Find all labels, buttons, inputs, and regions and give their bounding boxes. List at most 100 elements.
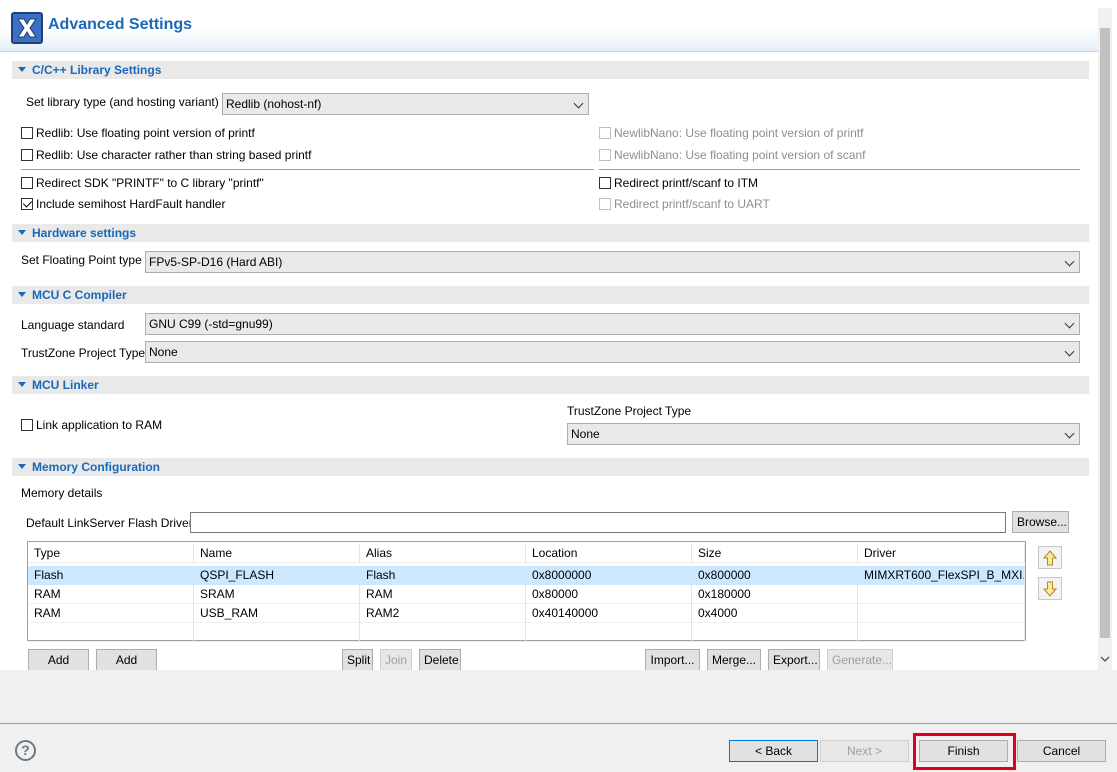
add-flash-button[interactable]: Add Flash [28,649,89,687]
next-button[interactable]: Next > [820,740,909,762]
expand-triangle-icon [18,230,26,235]
help-icon[interactable]: ? [15,740,36,761]
cell-size: 0x800000 [692,566,858,585]
move-up-button[interactable] [1038,546,1062,569]
arrow-down-icon [1043,581,1057,597]
cell-driver [858,604,1025,623]
arrow-up-icon [1043,549,1057,565]
cell-name: USB_RAM [194,604,360,623]
newlibnano-scanf-checkbox[interactable]: NewlibNano: Use floating point version o… [599,148,865,162]
cell-location: 0x80000 [526,585,692,604]
column-header-alias[interactable]: Alias [360,544,526,563]
column-header-size[interactable]: Size [692,544,858,563]
table-row[interactable]: Flash QSPI_FLASH Flash 0x8000000 0x80000… [28,566,1025,585]
checkbox-icon [21,177,33,189]
compiler-trustzone-value: None [149,345,178,359]
redirect-sdk-printf-checkbox[interactable]: Redirect SDK "PRINTF" to C library "prin… [21,176,264,190]
cell-driver [858,585,1025,604]
section-hardware-settings[interactable]: Hardware settings [12,224,1089,242]
move-down-button[interactable] [1038,577,1062,600]
expand-triangle-icon [18,67,26,72]
column-header-location[interactable]: Location [526,544,692,563]
redlib-float-printf-checkbox[interactable]: Redlib: Use floating point version of pr… [21,126,255,140]
cancel-button[interactable]: Cancel [1017,740,1106,762]
fp-type-value: FPv5-SP-D16 (Hard ABI) [149,255,283,269]
column-header-driver[interactable]: Driver [858,544,1025,563]
checkbox-label: NewlibNano: Use floating point version o… [614,126,864,140]
chevron-down-icon [1064,428,1075,439]
add-ram-button[interactable]: Add RAM [96,649,157,687]
compiler-trustzone-label: TrustZone Project Type [21,346,146,360]
flash-driver-label: Default LinkServer Flash Driver [26,516,193,530]
redirect-itm-checkbox[interactable]: Redirect printf/scanf to ITM [599,176,758,190]
cell-empty [692,623,858,642]
link-to-ram-checkbox[interactable]: Link application to RAM [21,418,162,432]
semihost-hardfault-checkbox[interactable]: Include semihost HardFault handler [21,197,225,211]
linker-trustzone-label: TrustZone Project Type [567,404,692,418]
export-button[interactable]: Export... [768,649,820,671]
section-library-settings[interactable]: C/C++ Library Settings [12,61,1089,79]
merge-button[interactable]: Merge... [707,649,761,671]
checkbox-icon [599,149,611,161]
compiler-trustzone-select[interactable]: None [145,341,1080,363]
finish-button[interactable]: Finish [919,740,1008,762]
section-memory-configuration[interactable]: Memory Configuration [12,458,1089,476]
cell-empty [360,623,526,642]
fp-type-label: Set Floating Point type [21,253,142,267]
generate-button[interactable]: Generate... [827,649,893,671]
cell-size: 0x180000 [692,585,858,604]
cell-alias: RAM [360,585,526,604]
cell-empty [28,623,194,642]
section-mcu-c-compiler[interactable]: MCU C Compiler [12,286,1089,304]
import-button[interactable]: Import... [645,649,700,671]
expand-triangle-icon [18,464,26,469]
checkbox-label: Redirect printf/scanf to UART [614,197,770,211]
cell-name: QSPI_FLASH [194,566,360,585]
library-type-label: Set library type (and hosting variant) [26,95,219,109]
join-button[interactable]: Join [380,649,412,671]
table-row[interactable]: RAM USB_RAM RAM2 0x40140000 0x4000 [28,604,1025,623]
section-mcu-linker[interactable]: MCU Linker [12,376,1089,394]
scroll-down-arrow-icon[interactable] [1100,654,1110,664]
checkbox-checked-icon [21,198,33,210]
language-standard-label: Language standard [21,318,125,332]
fp-type-select[interactable]: FPv5-SP-D16 (Hard ABI) [145,251,1080,273]
cell-type: RAM [28,585,194,604]
delete-button[interactable]: Delete [419,649,461,671]
linker-trustzone-select[interactable]: None [567,423,1080,445]
table-row[interactable] [28,623,1025,642]
cell-driver: MIMXRT600_FlexSPI_B_MXI... [858,566,1025,585]
chevron-down-icon [1064,346,1075,357]
section-title: Memory Configuration [32,460,160,474]
checkbox-label: Redlib: Use character rather than string… [36,148,312,162]
memory-details-label: Memory details [21,486,103,500]
scrollbar-thumb[interactable] [1100,28,1110,638]
split-button[interactable]: Split [342,649,373,671]
section-title: MCU Linker [32,378,99,392]
newlibnano-printf-checkbox[interactable]: NewlibNano: Use floating point version o… [599,126,863,140]
flash-driver-input[interactable] [190,512,1006,533]
checkbox-icon [599,198,611,210]
checkbox-label: Include semihost HardFault handler [36,197,226,211]
cell-empty [858,623,1025,642]
language-standard-value: GNU C99 (-std=gnu99) [149,317,273,331]
library-type-value: Redlib (nohost-nf) [226,97,322,111]
column-header-name[interactable]: Name [194,544,360,563]
column-header-type[interactable]: Type [28,544,194,563]
checkbox-icon [599,127,611,139]
checkbox-label: Redirect printf/scanf to ITM [614,176,759,190]
checkbox-icon [21,127,33,139]
redlib-char-printf-checkbox[interactable]: Redlib: Use character rather than string… [21,148,311,162]
redirect-uart-checkbox[interactable]: Redirect printf/scanf to UART [599,197,770,211]
separator [21,169,594,170]
browse-button[interactable]: Browse... [1012,511,1069,533]
table-row[interactable]: RAM SRAM RAM 0x80000 0x180000 [28,585,1025,604]
cell-name: SRAM [194,585,360,604]
section-title: MCU C Compiler [32,288,127,302]
language-standard-select[interactable]: GNU C99 (-std=gnu99) [145,313,1080,335]
linker-trustzone-value: None [571,427,600,441]
back-button[interactable]: < Back [729,740,818,762]
library-type-select[interactable]: Redlib (nohost-nf) [222,93,589,115]
checkbox-label: Link application to RAM [36,418,163,432]
expand-triangle-icon [18,382,26,387]
